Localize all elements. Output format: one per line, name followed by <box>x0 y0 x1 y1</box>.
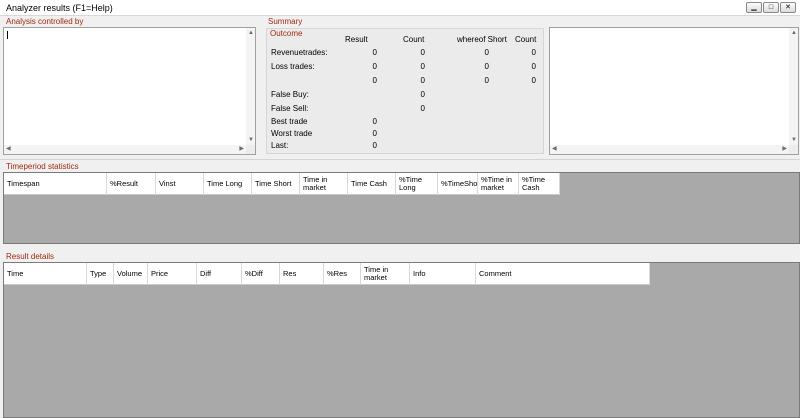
scroll-up-icon[interactable]: ▲ <box>791 30 797 36</box>
timeperiod-header: Timespan %Result Vinst Time Long Time Sh… <box>4 173 560 195</box>
col-header[interactable]: Time in market <box>300 173 348 195</box>
col-result-header: Result <box>345 35 368 44</box>
count2-value: 0 <box>531 76 536 85</box>
row-label: Loss trades: <box>271 62 315 71</box>
scroll-up-icon[interactable]: ▲ <box>248 30 254 36</box>
result-details-label: Result details <box>6 252 55 261</box>
count-value: 0 <box>420 62 425 71</box>
horizontal-scrollbar[interactable]: ◀ ▶ <box>4 145 246 154</box>
right-textbox[interactable]: ▲ ▼ ◀ ▶ <box>549 27 799 155</box>
count-value: 0 <box>420 76 425 85</box>
last-value: 0 <box>372 141 377 150</box>
count2-value: 0 <box>531 62 536 71</box>
vertical-scrollbar[interactable]: ▲ ▼ <box>246 28 255 145</box>
short-value: 0 <box>484 62 489 71</box>
col-header[interactable]: Diff <box>197 263 242 285</box>
col-header[interactable]: Time in market <box>361 263 410 285</box>
timeperiod-label: Timeperiod statistics <box>6 162 79 171</box>
result-value: 0 <box>372 62 377 71</box>
last-label: Last: <box>271 141 289 150</box>
worst-trade-label: Worst trade <box>271 129 313 138</box>
col-header[interactable]: %Diff <box>242 263 280 285</box>
row-label: Revenuetrades: <box>271 48 328 57</box>
close-icon[interactable]: ✕ <box>780 2 796 13</box>
maximize-icon[interactable]: □ <box>763 2 779 13</box>
summary-label: Summary <box>268 17 303 26</box>
short-value: 0 <box>484 76 489 85</box>
col-header[interactable]: %Time in market <box>478 173 519 195</box>
count2-value: 0 <box>531 48 536 57</box>
col-header[interactable]: %Result <box>107 173 156 195</box>
window-title: Analyzer results (F1=Help) <box>6 3 113 13</box>
false-sell-label: False Sell: <box>271 104 309 113</box>
col-header[interactable]: %TimeShor <box>438 173 478 195</box>
title-bar: Analyzer results (F1=Help) ▁ □ ✕ <box>0 0 800 16</box>
result-details-grid[interactable]: Time Type Volume Price Diff %Diff Res %R… <box>3 262 800 418</box>
scroll-down-icon[interactable]: ▼ <box>248 137 254 143</box>
scroll-down-icon[interactable]: ▼ <box>791 137 797 143</box>
false-sell-count: 0 <box>420 104 425 113</box>
scroll-right-icon[interactable]: ▶ <box>782 146 787 152</box>
col-header[interactable]: Volume <box>114 263 148 285</box>
col-header[interactable]: Time Short <box>252 173 300 195</box>
col-header[interactable]: Time <box>4 263 87 285</box>
text-caret <box>7 31 8 39</box>
section-divider <box>0 159 800 160</box>
analysis-textbox[interactable]: ▲ ▼ ◀ ▶ <box>3 27 256 155</box>
result-details-header: Time Type Volume Price Diff %Diff Res %R… <box>4 263 650 285</box>
col-header[interactable]: Res <box>280 263 324 285</box>
window-controls: ▁ □ ✕ <box>746 2 796 13</box>
col-header[interactable]: Type <box>87 263 114 285</box>
result-value: 0 <box>372 76 377 85</box>
col-header[interactable]: %Time Long <box>396 173 438 195</box>
col-header[interactable]: Timespan <box>4 173 107 195</box>
col-header[interactable]: Comment <box>476 263 650 285</box>
col-header[interactable]: Info <box>410 263 476 285</box>
scroll-left-icon[interactable]: ◀ <box>552 146 557 152</box>
false-buy-label: False Buy: <box>271 90 309 99</box>
count-value: 0 <box>420 48 425 57</box>
col-header[interactable]: Price <box>148 263 197 285</box>
col-count2-header: Count <box>515 35 537 44</box>
col-header[interactable]: Vinst <box>156 173 204 195</box>
short-value: 0 <box>484 48 489 57</box>
horizontal-scrollbar[interactable]: ◀ ▶ <box>550 145 789 154</box>
result-value: 0 <box>372 48 377 57</box>
col-count-header: Count <box>403 35 425 44</box>
col-header[interactable]: %Time Cash <box>519 173 560 195</box>
summary-panel: Outcome Result Count whereof Short Count… <box>266 28 544 154</box>
best-trade-label: Best trade <box>271 117 308 126</box>
best-trade-value: 0 <box>372 117 377 126</box>
col-header[interactable]: %Res <box>324 263 361 285</box>
col-header[interactable]: Time Long <box>204 173 252 195</box>
minimize-icon[interactable]: ▁ <box>746 2 762 13</box>
false-buy-count: 0 <box>420 90 425 99</box>
timeperiod-grid[interactable]: Timespan %Result Vinst Time Long Time Sh… <box>3 172 800 244</box>
scroll-left-icon[interactable]: ◀ <box>6 146 11 152</box>
worst-trade-value: 0 <box>372 129 377 138</box>
scroll-corner <box>246 145 255 154</box>
analysis-label: Analysis controlled by <box>6 17 84 26</box>
scroll-corner <box>789 145 798 154</box>
outcome-label: Outcome <box>270 29 303 38</box>
col-whereof-short-header: whereof Short <box>457 35 507 44</box>
col-header[interactable]: Time Cash <box>348 173 396 195</box>
vertical-scrollbar[interactable]: ▲ ▼ <box>789 28 798 145</box>
scroll-right-icon[interactable]: ▶ <box>239 146 244 152</box>
